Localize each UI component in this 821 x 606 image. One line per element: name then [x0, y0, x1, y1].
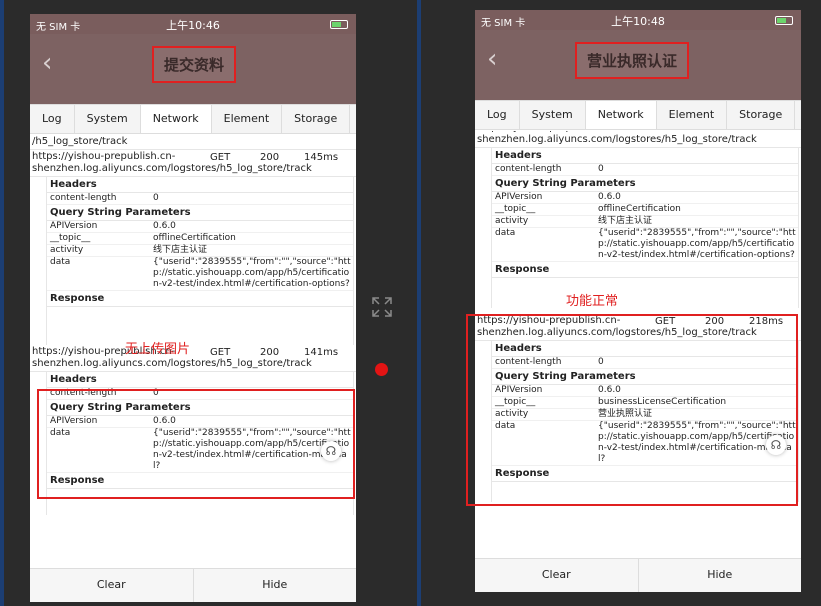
page-title: 营业执照认证: [575, 42, 690, 79]
request-method: GET: [210, 347, 231, 358]
headers-heading: Headers: [47, 177, 353, 193]
devtools-tabs: Log System Network Element Storage: [30, 104, 356, 134]
tab-element[interactable]: Element: [657, 101, 728, 129]
request-detail: Headers content-length 0 Query String Par…: [491, 148, 799, 308]
request-url: https://yishou-prepublish.cn-shenzhen.lo…: [477, 131, 757, 145]
record-dot-icon[interactable]: [375, 363, 388, 376]
hide-button[interactable]: Hide: [192, 569, 357, 602]
request-time: 141ms: [304, 347, 339, 358]
response-body: [47, 307, 353, 345]
back-chevron-icon[interactable]: ‹: [42, 48, 52, 78]
request-row[interactable]: https://yishou-prepublish.cn-shenzhen.lo…: [475, 131, 801, 148]
kv-key: data: [495, 228, 516, 238]
devtools-tabs: Log System Network Element Storage: [475, 100, 801, 130]
request-row[interactable]: https://yishou-prepublish.cn-shenzhen.lo…: [30, 150, 356, 177]
kv-value: 线下店主认证: [153, 245, 208, 255]
kv-row: content-length 0: [492, 164, 798, 176]
status-bar: 无 SIM 卡 上午10:46: [30, 14, 356, 34]
tab-log[interactable]: Log: [475, 101, 520, 129]
request-url: https://yishou-prepublish.cn-shenzhen.lo…: [32, 151, 312, 174]
kv-value: 0: [153, 193, 159, 203]
request-method: GET: [210, 152, 231, 163]
headers-heading: Headers: [492, 148, 798, 164]
tab-log[interactable]: Log: [30, 105, 75, 133]
expand-icon[interactable]: [371, 296, 393, 318]
kv-row: data {"userid":"2839555","from":"","sourc…: [492, 228, 798, 262]
devtools-footer: Clear Hide: [475, 558, 801, 592]
response-body: [492, 278, 798, 308]
kv-value: 0.6.0: [598, 192, 621, 202]
tab-storage[interactable]: Storage: [282, 105, 351, 133]
nav-bar: ‹ 提交资料: [30, 34, 356, 104]
window-edge-mid: [417, 0, 421, 606]
kv-value: 0: [598, 164, 604, 174]
kv-key: APIVersion: [50, 221, 98, 231]
kv-key: __topic__: [50, 233, 91, 243]
kv-row: __topic__ offlineCertification: [492, 204, 798, 216]
kv-row: activity 线下店主认证: [47, 245, 353, 257]
response-heading: Response: [47, 291, 353, 307]
kv-key: content-length: [50, 193, 117, 203]
request-status: 200: [705, 131, 749, 147]
kv-row: activity 线下店主认证: [492, 216, 798, 228]
response-heading: Response: [492, 262, 798, 278]
kv-key: data: [50, 257, 71, 267]
query-heading: Query String Parameters: [47, 205, 353, 221]
kv-key: activity: [50, 245, 84, 255]
request-url: /h5_log_store/track: [32, 136, 128, 147]
phone-left: 无 SIM 卡 上午10:46 ‹ 提交资料 Log System Networ…: [30, 14, 356, 602]
tab-system[interactable]: System: [520, 101, 586, 129]
kv-row: data {"userid":"2839555","from":"","sourc…: [47, 257, 353, 291]
headers-heading: Headers: [47, 372, 353, 388]
annotation-left: 无上传图片: [125, 342, 191, 357]
kv-row: __topic__ offlineCertification: [47, 233, 353, 245]
nav-bar: ‹ 营业执照认证: [475, 30, 801, 100]
clock: 上午10:48: [611, 15, 665, 28]
request-method: GET: [655, 131, 705, 147]
request-status: 200: [260, 152, 280, 163]
status-bar: 无 SIM 卡 上午10:48: [475, 10, 801, 30]
tab-network[interactable]: Network: [140, 105, 212, 133]
clock: 上午10:46: [166, 19, 220, 32]
request-time: 166ms: [749, 131, 799, 147]
annotation-right: 功能正常: [566, 294, 619, 309]
kv-row: APIVersion 0.6.0: [492, 192, 798, 204]
clear-button[interactable]: Clear: [475, 559, 638, 592]
hide-button[interactable]: Hide: [637, 559, 802, 592]
window-edge-left: [0, 0, 4, 606]
request-status: 200: [260, 347, 280, 358]
back-chevron-icon[interactable]: ‹: [487, 44, 497, 74]
kv-key: APIVersion: [495, 192, 543, 202]
network-list: /h5_log_store/track https://yishou-prepu…: [30, 135, 356, 568]
clear-button[interactable]: Clear: [30, 569, 193, 602]
request-time: 145ms: [304, 152, 339, 163]
devtools-footer: Clear Hide: [30, 568, 356, 602]
tab-system[interactable]: System: [75, 105, 141, 133]
kv-row: content-length 0: [47, 193, 353, 205]
highlight-box-right: [466, 314, 798, 506]
kv-value: {"userid":"2839555","from":"","source":"…: [598, 228, 796, 260]
page-title: 提交资料: [152, 46, 237, 83]
tab-element[interactable]: Element: [212, 105, 283, 133]
kv-value: 线下店主认证: [598, 216, 653, 226]
kv-key: content-length: [495, 164, 562, 174]
request-row-fragment[interactable]: /h5_log_store/track: [30, 135, 356, 150]
tab-storage[interactable]: Storage: [727, 101, 796, 129]
request-row[interactable]: https://yishou-prepublish.cn-shenzhen.lo…: [30, 345, 356, 372]
kv-value: offlineCertification: [153, 233, 236, 243]
kv-key: activity: [495, 216, 529, 226]
tab-network[interactable]: Network: [585, 101, 657, 129]
query-heading: Query String Parameters: [492, 176, 798, 192]
highlight-box-left: [37, 389, 355, 499]
kv-value: offlineCertification: [598, 204, 681, 214]
kv-key: __topic__: [495, 204, 536, 214]
kv-value: 0.6.0: [153, 221, 176, 231]
kv-value: {"userid":"2839555","from":"","source":"…: [153, 257, 351, 289]
kv-row: APIVersion 0.6.0: [47, 221, 353, 233]
request-detail: Headers content-length 0 Query String Par…: [46, 177, 354, 345]
battery-icon: [330, 20, 348, 29]
battery-icon: [775, 16, 793, 25]
